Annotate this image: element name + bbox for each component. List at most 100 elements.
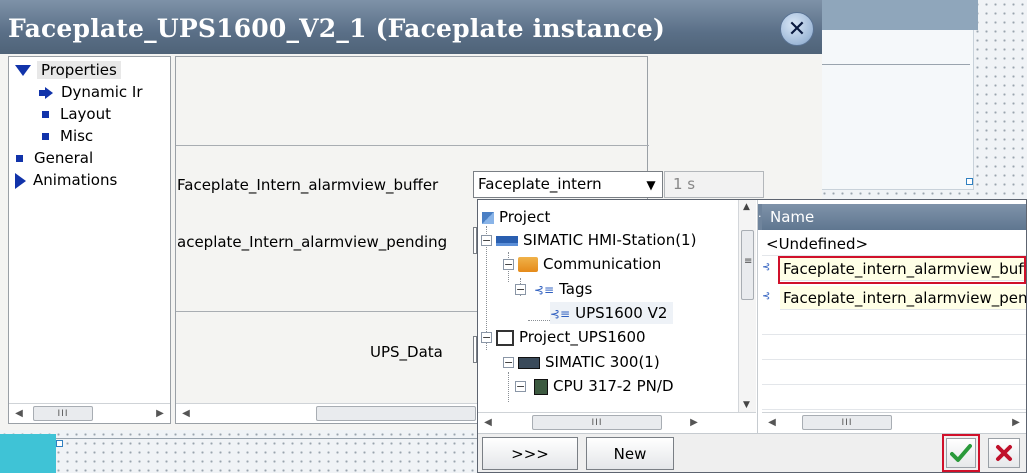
popup-tree-label: Project_UPS1600 (519, 328, 646, 346)
popup-tree-label: SIMATIC HMI-Station(1) (523, 231, 697, 249)
arrow-right-icon (39, 86, 53, 99)
communication-folder-icon (518, 257, 538, 272)
chevron-down-icon[interactable]: ▼ (641, 174, 661, 195)
popup-tree-communication[interactable]: Communication (518, 253, 661, 275)
triangle-right-icon (15, 172, 26, 189)
list-column-header-name[interactable]: Name (762, 204, 1026, 230)
scroll-left-icon[interactable]: ◀ (176, 404, 196, 423)
scroll-thumb[interactable]: III (802, 415, 892, 430)
square-bullet-icon (16, 155, 23, 162)
tree-item-label: Animations (33, 171, 118, 189)
tree-item-layout[interactable]: Layout (39, 103, 111, 125)
scroll-down-icon[interactable]: ▼ (743, 400, 750, 410)
tree-connector (528, 320, 550, 321)
tree-item-label: Dynamic Ir (61, 83, 143, 101)
cancel-button[interactable] (988, 438, 1020, 468)
tag-icon: ⊰ (762, 291, 771, 302)
scroll-left-icon[interactable]: ◀ (478, 413, 498, 432)
tag-table-icon: ⊰≡ (550, 306, 571, 321)
triangle-down-icon (15, 65, 31, 76)
scroll-right-icon[interactable]: ▶ (1006, 413, 1026, 432)
selection-highlight (778, 256, 1026, 284)
popup-tree-tags[interactable]: ⊰≡ Tags (534, 278, 592, 300)
tags-icon: ⊰≡ (534, 282, 555, 297)
canvas-object-cyan[interactable] (0, 434, 56, 473)
dialog-title: Faceplate_UPS1600_V2_1 (Faceplate instan… (8, 14, 666, 43)
tag-select-combobox[interactable]: Faceplate_intern (473, 171, 663, 198)
property-tree: Properties Dynamic Ir Layout Misc Genera… (8, 56, 171, 424)
property-label-ups-data: UPS_Data (370, 343, 443, 361)
popup-tree-label: Communication (543, 255, 662, 273)
collapse-icon[interactable]: − (503, 259, 514, 270)
popup-tree-label: Tags (559, 280, 593, 298)
tree-item-label: Properties (37, 61, 121, 79)
tree-item-general[interactable]: General (13, 147, 93, 169)
list-item-alarmview-pending[interactable]: Faceplate_intern_alarmview_pending (780, 286, 1026, 310)
popup-tree-label: Project (499, 208, 551, 226)
list-empty-row (762, 311, 1026, 335)
popup-tree-label: CPU 317-2 PN/D (553, 377, 674, 395)
popup-project-tree: Project − SIMATIC HMI-Station(1) − Commu… (478, 200, 758, 433)
scroll-grip-icon: ≡ (744, 256, 753, 267)
new-tag-button[interactable]: New (586, 437, 674, 470)
tree-item-label: General (34, 149, 94, 167)
resize-handle-bottom[interactable] (56, 440, 63, 447)
popup-tree-cpu[interactable]: CPU 317-2 PN/D (534, 375, 674, 397)
scroll-thumb[interactable]: III (33, 406, 93, 421)
tree-item-dynamic-interface[interactable]: Dynamic Ir (39, 81, 143, 103)
list-empty-row (762, 336, 1026, 360)
collapse-icon[interactable]: − (503, 357, 514, 368)
property-label-buffer: Faceplate_Intern_alarmview_buffer (177, 176, 439, 194)
cross-icon (996, 445, 1012, 461)
popup-tree-horizontal-scrollbar[interactable]: ◀ III ▶ (478, 412, 756, 432)
collapse-icon[interactable]: − (481, 332, 492, 343)
square-bullet-icon (42, 133, 49, 140)
scroll-left-icon[interactable]: ◀ (9, 404, 29, 423)
section-divider (176, 145, 649, 146)
tree-item-animations[interactable]: Animations (15, 169, 117, 191)
tree-item-label: Misc (60, 127, 94, 145)
scroll-thumb[interactable] (316, 406, 476, 421)
hmi-station-icon (496, 235, 518, 246)
popup-tree-ups1600-v2[interactable]: ⊰≡ UPS1600 V2 (550, 302, 674, 324)
property-label-pending: aceplate_Intern_alarmview_pending (177, 233, 448, 251)
update-cycle-field[interactable]: 1 s (664, 171, 764, 198)
editor-canvas-bottom (0, 430, 480, 473)
tree-item-label: Layout (60, 105, 111, 123)
list-empty-row (762, 361, 1026, 385)
popup-tree-project-ups1600[interactable]: Project_UPS1600 (496, 326, 646, 348)
scroll-thumb[interactable]: III (532, 415, 662, 430)
popup-tree-vertical-scrollbar[interactable]: ▲ ≡ ▼ (738, 200, 756, 412)
popup-tree-label: SIMATIC 300(1) (545, 353, 660, 371)
list-item-undefined[interactable]: <Undefined> (762, 232, 1026, 256)
collapse-icon[interactable]: − (515, 381, 526, 392)
collapse-icon[interactable]: − (515, 284, 526, 295)
popup-tree-hmi-station[interactable]: SIMATIC HMI-Station(1) (496, 229, 696, 251)
scroll-right-icon[interactable]: ▶ (684, 413, 704, 432)
square-bullet-icon (42, 111, 49, 118)
canvas-object-divider (822, 64, 970, 65)
resize-handle[interactable] (966, 178, 973, 185)
plc-rack-icon (518, 356, 540, 369)
confirm-highlight (942, 434, 980, 472)
tree-item-misc[interactable]: Misc (39, 125, 93, 147)
scroll-right-icon[interactable]: ▶ (150, 404, 170, 423)
collapse-icon[interactable]: − (481, 235, 492, 246)
expand-button[interactable]: >>> (482, 437, 578, 470)
scroll-up-icon[interactable]: ▲ (743, 202, 750, 212)
project-icon (482, 211, 494, 224)
canvas-object-header (822, 0, 978, 30)
popup-tree-project[interactable]: Project (482, 206, 550, 228)
tree-item-properties[interactable]: Properties (15, 59, 121, 81)
tag-icon: ⊰ (762, 262, 771, 273)
tree-connector (508, 372, 509, 402)
list-empty-row (762, 386, 1026, 410)
tree-horizontal-scrollbar[interactable]: ◀ III ▶ (9, 403, 170, 423)
project-station-icon (496, 329, 514, 346)
scroll-left-icon[interactable]: ◀ (762, 413, 782, 432)
popup-list-horizontal-scrollbar[interactable]: ◀ III ▶ (762, 412, 1026, 432)
popup-tree-label: UPS1600 V2 (575, 304, 668, 322)
close-button[interactable]: ✕ (780, 12, 814, 46)
popup-tree-simatic-300[interactable]: SIMATIC 300(1) (518, 351, 660, 373)
cpu-icon (534, 378, 548, 395)
